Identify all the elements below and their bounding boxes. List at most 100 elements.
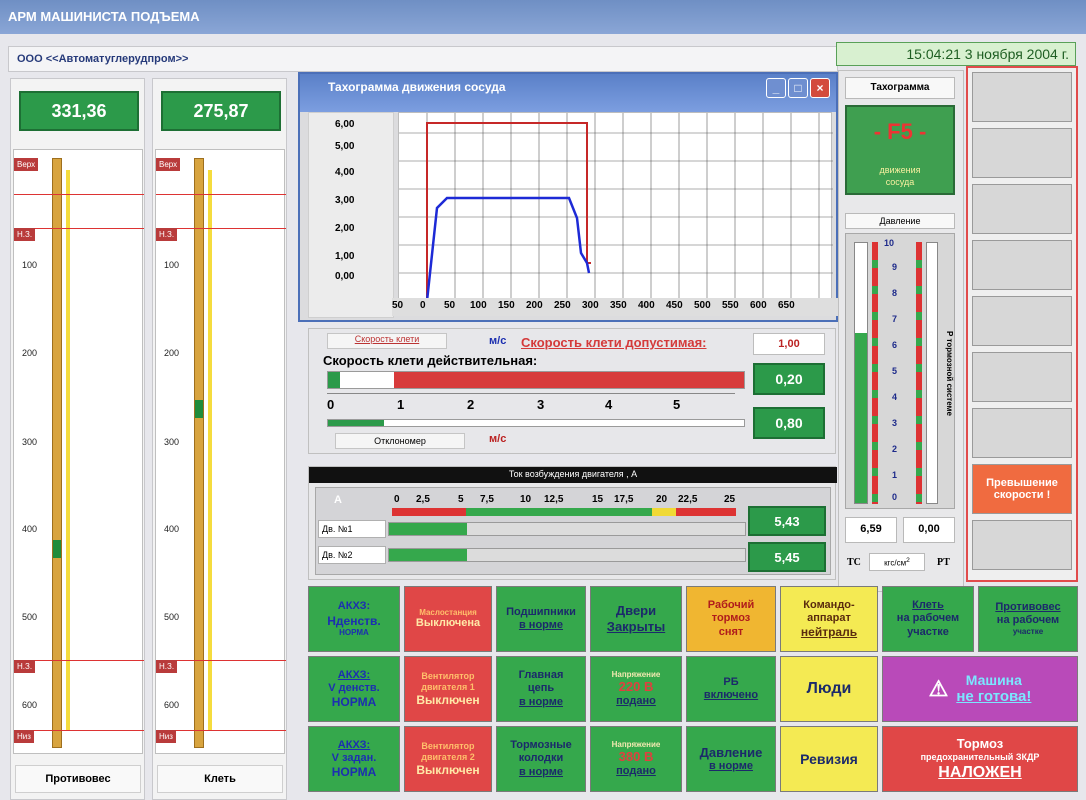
status-tile[interactable]: Вентилятор двигателя 2 Выключен	[404, 726, 492, 792]
alarm-slot-1[interactable]	[972, 72, 1072, 122]
tachogram-plot	[399, 113, 833, 302]
status-tile-line: АКХЗ:	[337, 668, 371, 681]
alarm-slot-4[interactable]	[972, 240, 1072, 290]
counterweight-panel: 331,36 Верх Н.З. Н.З. Низ 100 200 300 40…	[10, 78, 145, 800]
status-tile[interactable]: Подшипники в норме	[496, 586, 586, 652]
status-grid: АКХЗ: Нденств. НОРМА Маслостанция Выключ…	[308, 586, 1078, 800]
allowed-speed-title: Скорость клети допустимая:	[521, 335, 707, 350]
status-tile[interactable]: Маслостанция Выключена	[404, 586, 492, 652]
deviation-fill	[328, 420, 384, 426]
status-tile-line: в норме	[518, 619, 563, 631]
status-tile[interactable]: АКХЗ: V денств. НОРМА	[308, 656, 400, 722]
tachogram-x-tick: 0	[420, 300, 426, 311]
alarm-slot-2[interactable]	[972, 128, 1072, 178]
tachogram-x-tick: 450	[666, 300, 683, 311]
status-tile[interactable]: Главная цепь в норме	[496, 656, 586, 722]
excitation-scale-tick: 15	[592, 494, 604, 505]
right-status-panel: Тахограмма - F5 - движения сосуда Давлен…	[838, 70, 964, 592]
motor1-fill	[389, 523, 467, 535]
excitation-scale-tick: 10	[520, 494, 532, 505]
status-tile[interactable]: АКХЗ: V задан. НОРМА	[308, 726, 400, 792]
motor1-label: Дв. №1	[318, 520, 386, 538]
tachogram-window-title: Тахограмма движения сосуда	[328, 80, 506, 94]
maximize-button[interactable]: □	[788, 78, 808, 98]
status-tile-line: участке	[907, 625, 949, 638]
motor2-bar	[388, 548, 746, 562]
actual-speed-fill	[328, 372, 340, 388]
cage-tick: 500	[164, 612, 180, 622]
speed-scale-tick: 3	[537, 397, 545, 412]
cage-tick: 200	[164, 348, 180, 358]
tachogram-x-tick: 300	[582, 300, 599, 311]
tachogram-x-tick: 550	[722, 300, 739, 311]
status-tile-line: V денств.	[328, 681, 380, 694]
pt-value: 0,00	[903, 517, 955, 543]
status-tile[interactable]: РБ включено	[686, 656, 776, 722]
status-tile[interactable]: Тормозные колодки в норме	[496, 726, 586, 792]
status-tile-line: АКХЗ:	[337, 600, 371, 613]
excitation-scale-tick: 2,5	[416, 494, 430, 505]
minimize-button[interactable]: _	[766, 78, 786, 98]
tachogram-code: - F5 -	[873, 119, 927, 144]
pressure-scale-tick: 8	[892, 288, 898, 298]
cage-nz2-mark: Н.З.	[156, 660, 178, 673]
pressure-unit-text: кгс/см	[884, 558, 907, 568]
machine-not-ready-text: Машина не готова!	[956, 672, 1031, 707]
status-tile-line: нейтраль	[800, 624, 858, 639]
pressure-ladder-right	[916, 242, 922, 504]
company-name: ООО <<Автоматуглерудпром>>	[17, 53, 189, 65]
motor1-value: 5,43	[748, 506, 826, 536]
pressure-tc-bar	[854, 242, 868, 504]
status-tile[interactable]: Напряжение 220 В подано	[590, 656, 682, 722]
counterweight-gauge: Верх Н.З. Н.З. Низ 100 200 300 400 500 6…	[13, 149, 144, 754]
status-tile[interactable]: Противовес на рабочем участке	[978, 586, 1078, 652]
status-tile[interactable]: Командо- аппарат нейтраль	[780, 586, 878, 652]
status-tile-line: Напряжение	[611, 669, 661, 679]
deviation-value: 0,80	[753, 407, 825, 439]
datetime-display: 15:04:21 3 ноября 2004 г.	[836, 42, 1076, 66]
status-tile[interactable]: Напряжение 380 В подано	[590, 726, 682, 792]
speed-scale-tick: 5	[673, 397, 681, 412]
alarm-slot-3[interactable]	[972, 184, 1072, 234]
overspeed-alarm[interactable]: Превышение скорости !	[972, 464, 1072, 514]
actual-speed-value: 0,20	[753, 363, 825, 395]
status-tile-line: НАЛОЖЕН	[938, 763, 1022, 781]
cage-panel: 275,87 Верх Н.З. Н.З. Низ 100 200 300 40…	[152, 78, 287, 800]
safety-brake-tile[interactable]: Тормоз предохранительный ЗКДР НАЛОЖЕН	[882, 726, 1078, 792]
status-tile[interactable]: АКХЗ: Нденств. НОРМА	[308, 586, 400, 652]
status-tile-line: в норме	[708, 760, 753, 773]
pressure-scale-tick: 5	[892, 366, 898, 376]
tc-label: ТС	[847, 557, 861, 568]
excitation-scale-tick: 22,5	[678, 494, 698, 505]
status-tile[interactable]: Вентилятор двигателя 1 Выключен	[404, 656, 492, 722]
deviation-unit: м/с	[489, 433, 507, 445]
status-tile[interactable]: Рабочий тормоз снят	[686, 586, 776, 652]
status-tile[interactable]: Ревизия	[780, 726, 878, 792]
tachogram-window[interactable]: Тахограмма движения сосуда _ □ × 6,00 5,…	[298, 72, 838, 322]
tachogram-x-tick: 200	[526, 300, 543, 311]
counterweight-position-marker	[53, 540, 61, 558]
pt-label: РТ	[937, 557, 950, 568]
tachogram-window-titlebar[interactable]: Тахограмма движения сосуда _ □ ×	[300, 74, 836, 112]
alarm-slot-8[interactable]	[972, 520, 1072, 570]
status-tile[interactable]: Люди	[780, 656, 878, 722]
counterweight-top-mark: Верх	[14, 158, 39, 171]
status-tile-line: Выключена	[415, 617, 481, 630]
close-button[interactable]: ×	[810, 78, 830, 98]
status-tile-line: не готова!	[956, 688, 1032, 706]
excitation-high-zone	[676, 508, 736, 516]
status-tile[interactable]: Давление в норме	[686, 726, 776, 792]
tachogram-x-tick: 50	[392, 300, 404, 311]
status-tile-line: Машина	[965, 671, 1022, 688]
status-tile-line: АКХЗ:	[337, 738, 371, 751]
tachogram-code-note-1: движения	[879, 165, 921, 175]
machine-not-ready-tile[interactable]: ⚠ Машина не готова!	[882, 656, 1078, 722]
alarm-slot-5[interactable]	[972, 296, 1072, 346]
tachogram-y-tick: 2,00	[335, 223, 355, 234]
status-tile[interactable]: Двери Закрыты	[590, 586, 682, 652]
alarm-slot-7[interactable]	[972, 408, 1072, 458]
status-tile[interactable]: Клеть на рабочем участке	[882, 586, 974, 652]
alarm-slot-6[interactable]	[972, 352, 1072, 402]
pressure-pt-bar	[926, 242, 938, 504]
excitation-warning-zone	[652, 508, 676, 516]
